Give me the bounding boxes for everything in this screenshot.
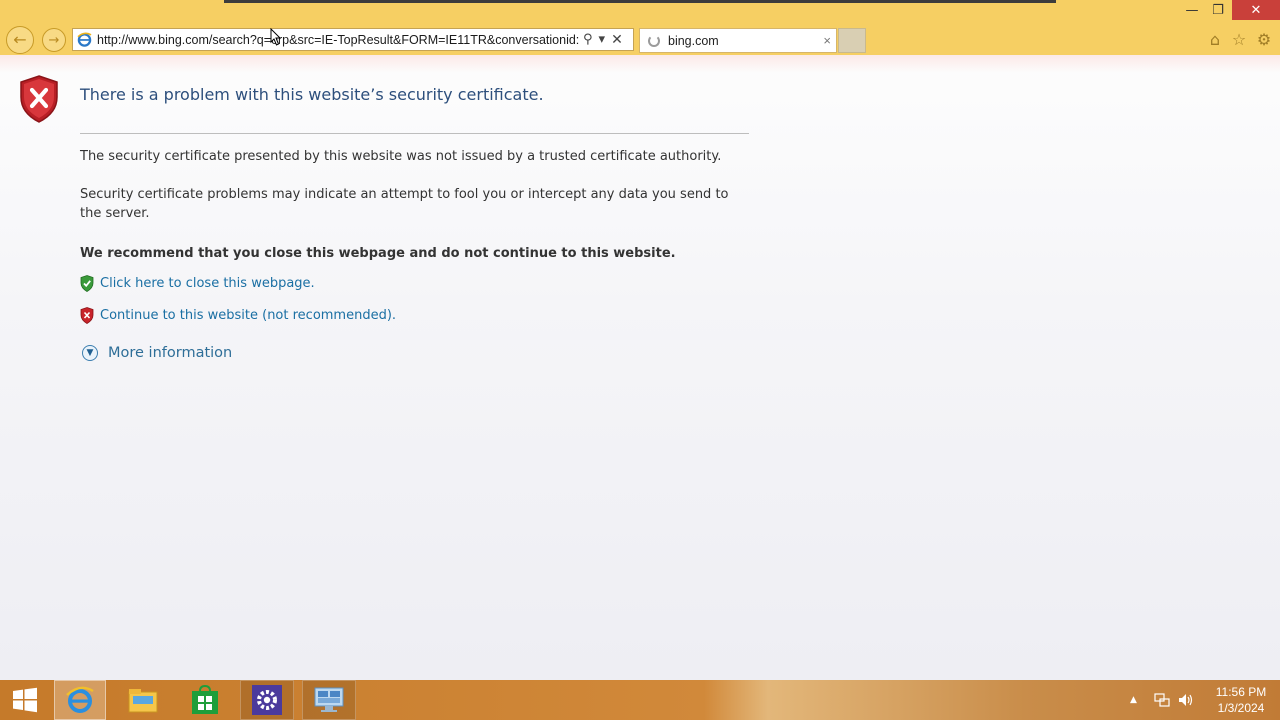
continue-website-link[interactable]: Continue to this website (not recommende… <box>80 307 396 324</box>
maximize-button[interactable]: ❐ <box>1206 0 1230 20</box>
taskbar-internet-explorer[interactable] <box>54 680 106 720</box>
address-url[interactable]: http://www.bing.com/search?q=orp&src=IE-… <box>97 33 579 47</box>
stop-icon[interactable]: ✕ <box>611 32 623 48</box>
forward-button[interactable]: → <box>42 28 66 52</box>
new-tab-button[interactable] <box>838 28 866 53</box>
ie-page-icon <box>76 32 92 48</box>
close-webpage-link[interactable]: Click here to close this webpage. <box>80 275 315 292</box>
loading-spinner-icon <box>648 34 660 47</box>
gear-icon[interactable]: ⚙ <box>1255 30 1273 49</box>
clock-time: 11:56 PM <box>1215 685 1267 699</box>
continue-website-link-text[interactable]: Continue to this website (not recommende… <box>100 308 396 323</box>
settings-gear-icon <box>252 685 282 715</box>
network-icon[interactable] <box>1154 680 1170 720</box>
page-title: There is a problem with this website’s s… <box>80 85 544 104</box>
title-strip <box>224 0 1056 3</box>
more-information-text[interactable]: More information <box>108 345 232 361</box>
back-button[interactable]: ← <box>6 26 34 54</box>
taskbar-file-explorer[interactable] <box>118 680 168 720</box>
remote-desktop-icon <box>314 687 344 712</box>
expand-chevron-icon: ▼ <box>82 345 98 361</box>
system-clock[interactable]: 11:56 PM 1/3/2024 <box>1206 684 1276 716</box>
taskbar: ▲ 11:56 PM 1/3/2024 <box>0 680 1280 720</box>
home-icon[interactable]: ⌂ <box>1206 30 1224 49</box>
arrow-left-icon: ← <box>13 30 27 49</box>
tab-title: bing.com <box>668 33 719 48</box>
start-button[interactable] <box>0 680 50 720</box>
tab-bing[interactable]: bing.com × <box>639 28 837 53</box>
taskbar-store[interactable] <box>180 680 230 720</box>
mouse-cursor-icon <box>270 28 282 46</box>
certificate-error-page: There is a problem with this website’s s… <box>0 55 1280 680</box>
favorites-star-icon[interactable]: ☆ <box>1230 30 1248 49</box>
red-shield-error-icon <box>20 75 58 123</box>
folder-icon <box>128 689 158 713</box>
recommendation-text: We recommend that you close this webpage… <box>80 246 676 261</box>
divider <box>80 133 749 134</box>
chevron-down-icon[interactable]: ▾ <box>599 32 606 47</box>
error-warning: Security certificate problems may indica… <box>80 187 729 221</box>
taskbar-remote-desktop[interactable] <box>302 680 356 720</box>
browser-toolbar: ← → http://www.bing.com/search?q=orp&src… <box>0 0 1280 55</box>
minimize-button[interactable]: — <box>1180 0 1204 20</box>
volume-icon[interactable] <box>1178 680 1194 720</box>
search-icon[interactable]: ⚲ <box>583 32 593 47</box>
more-information-toggle[interactable]: ▼ More information <box>82 345 232 361</box>
arrow-right-icon: → <box>48 32 60 48</box>
clock-date: 1/3/2024 <box>1217 701 1265 715</box>
address-bar[interactable]: http://www.bing.com/search?q=orp&src=IE-… <box>72 28 634 51</box>
close-webpage-link-text[interactable]: Click here to close this webpage. <box>100 276 315 291</box>
close-tab-icon[interactable]: × <box>823 33 831 48</box>
close-window-button[interactable]: ✕ <box>1232 0 1280 20</box>
green-shield-check-icon <box>80 275 94 292</box>
windows-logo-icon <box>13 687 37 713</box>
internet-explorer-icon <box>66 686 94 713</box>
red-shield-x-icon <box>80 307 94 324</box>
error-description: The security certificate presented by th… <box>80 149 722 164</box>
taskbar-settings[interactable] <box>240 680 294 720</box>
store-bag-icon <box>192 685 218 714</box>
tray-overflow-icon[interactable]: ▲ <box>1130 680 1137 720</box>
